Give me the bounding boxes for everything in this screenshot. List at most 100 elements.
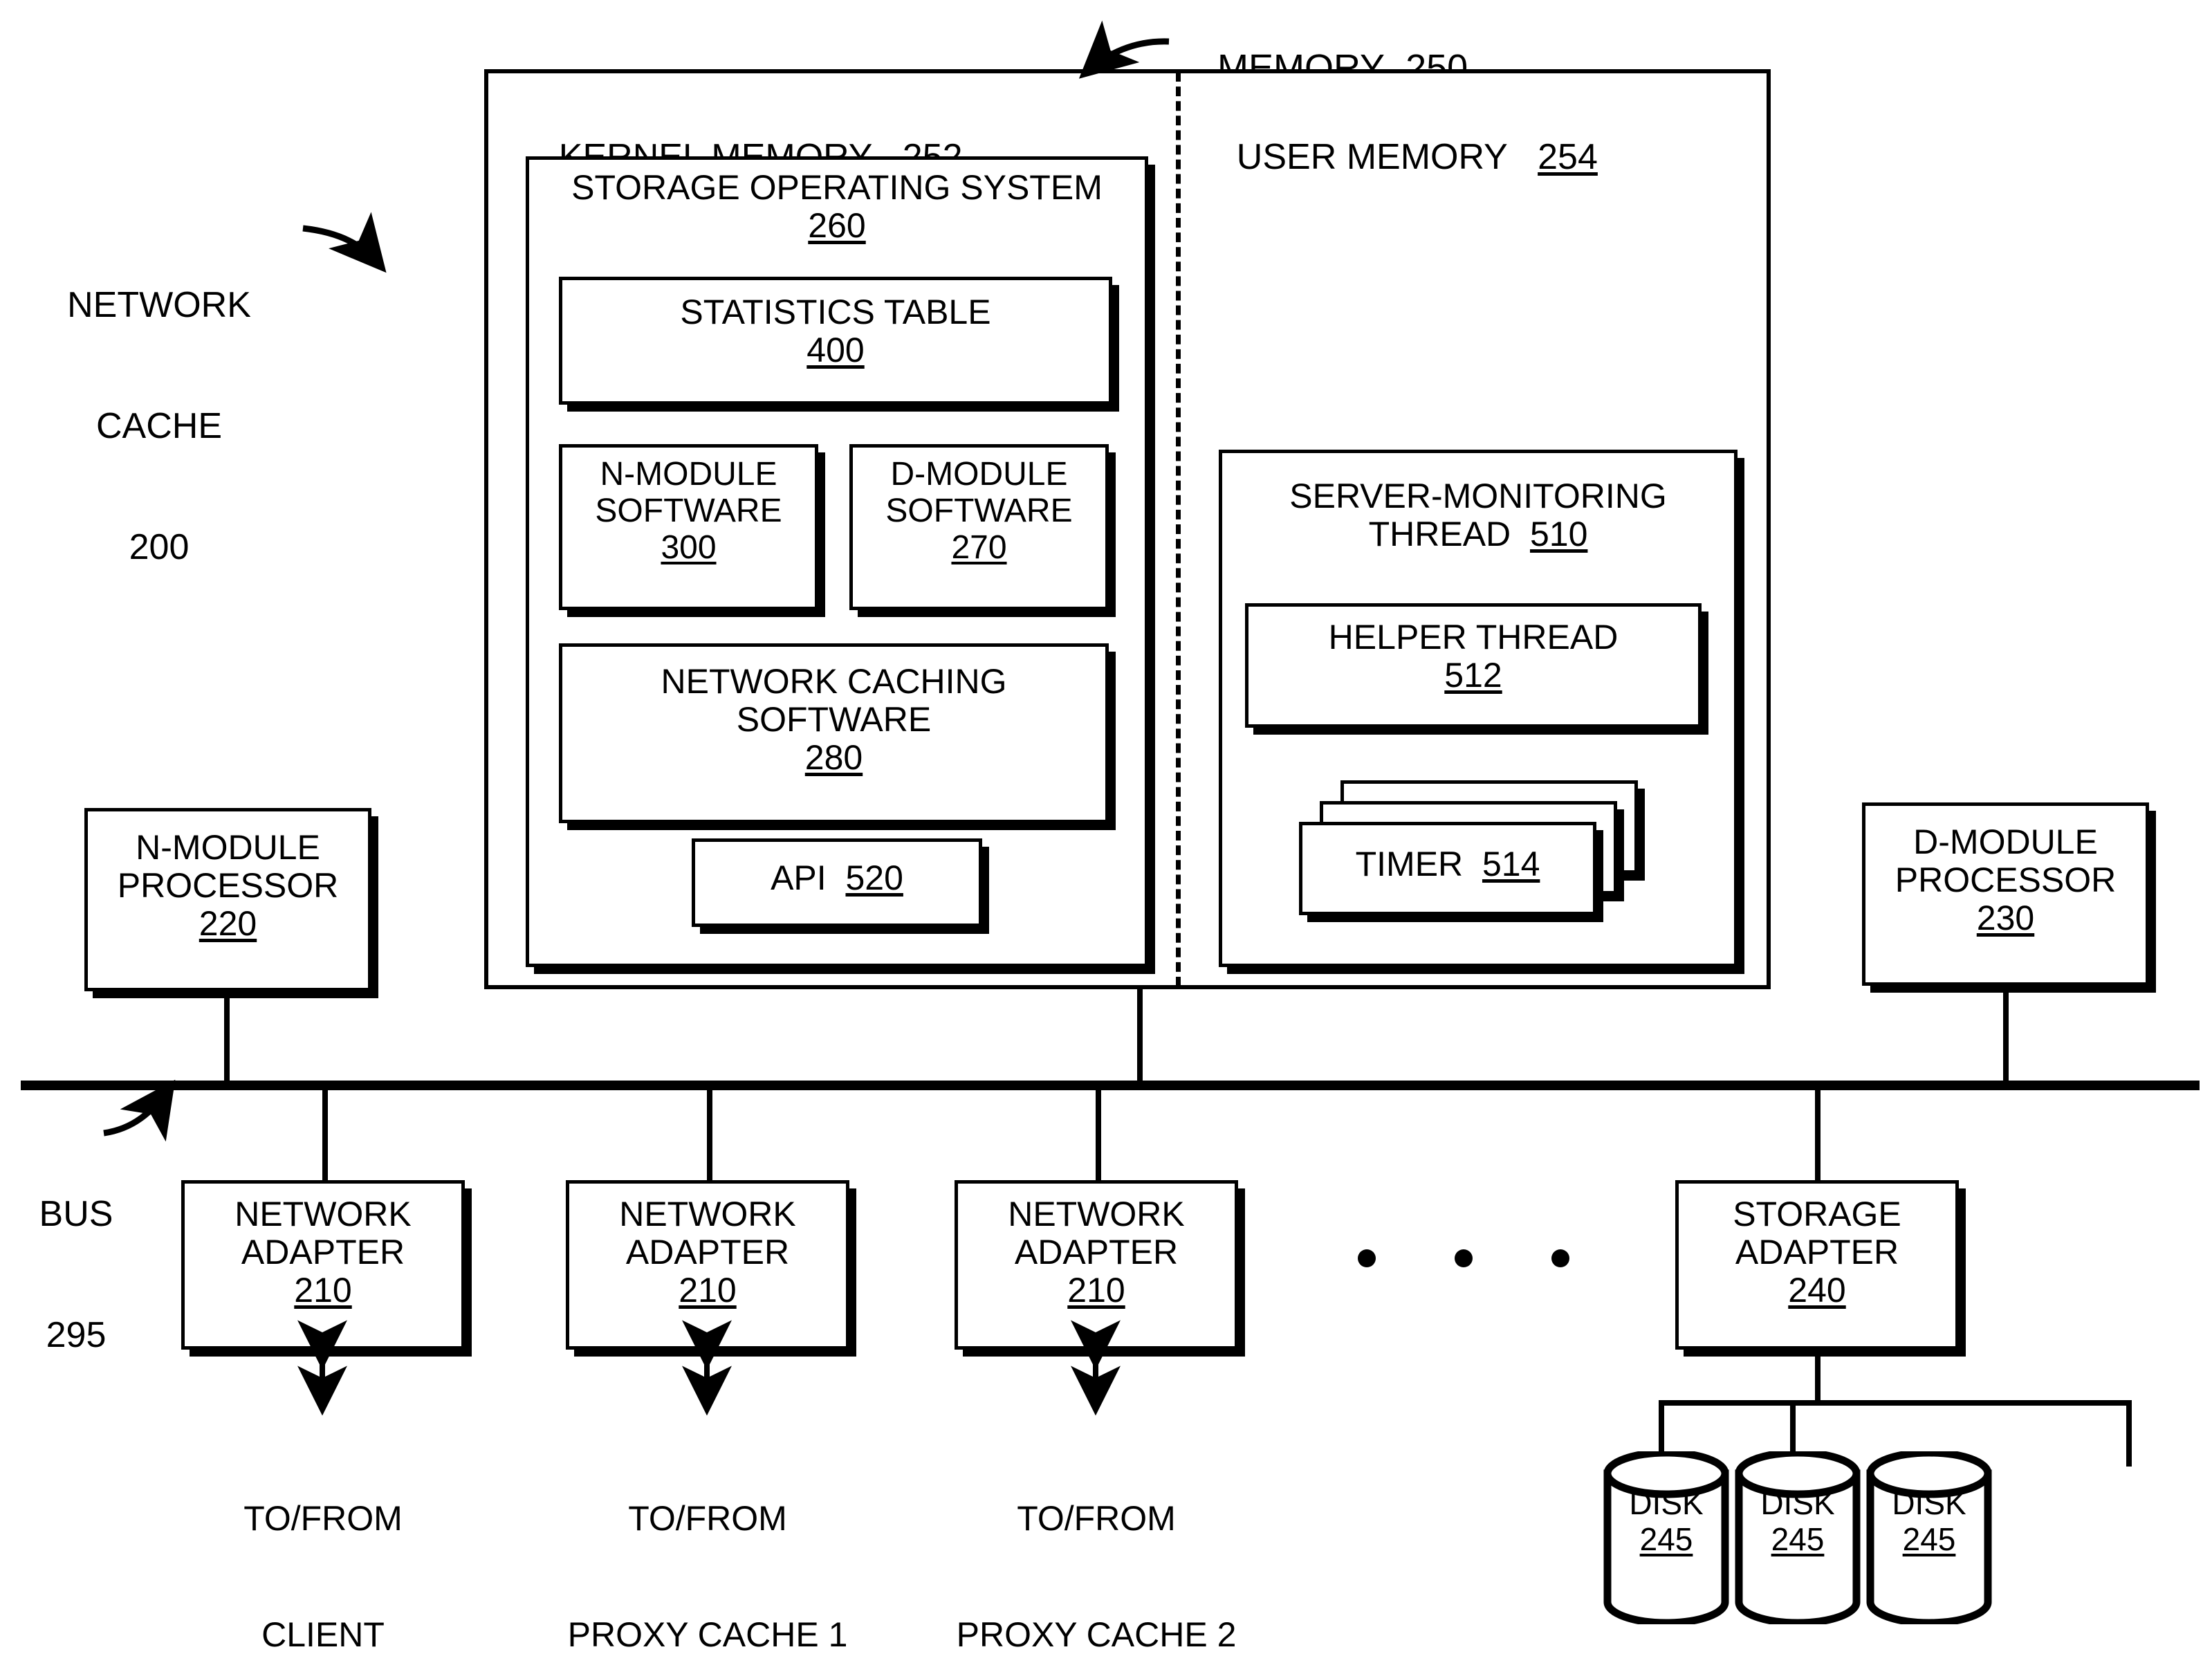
storage-operating-system-label: STORAGE OPERATING SYSTEM 260 — [526, 169, 1148, 245]
timer-ref: 514 — [1482, 845, 1540, 883]
user-memory-ref: 254 — [1538, 137, 1598, 178]
user-memory-label-text: USER MEMORY — [1236, 137, 1508, 178]
connector-bus-to-storage-adapter — [1815, 1089, 1821, 1180]
n-module-processor-line1: N-MODULE — [136, 828, 320, 867]
connector-bus-to-network-adapter-2 — [707, 1089, 712, 1180]
network-adapter-2-label: NETWORK ADAPTER 210 — [566, 1195, 849, 1310]
d-module-processor-line2: PROCESSOR — [1895, 861, 2117, 899]
bus-callout: BUS 295 — [7, 1114, 145, 1436]
connector-bus-to-network-adapter-3 — [1096, 1089, 1101, 1180]
bus-callout-ref: 295 — [46, 1315, 107, 1356]
n-module-processor-label: N-MODULE PROCESSOR 220 — [84, 829, 371, 943]
connector-disk-3-drop — [2126, 1400, 2132, 1467]
disk-1-title: DISK — [1629, 1485, 1704, 1521]
connector-bus-to-network-adapter-1 — [322, 1089, 328, 1180]
network-adapter-2-line2: ADAPTER — [625, 1233, 790, 1271]
server-monitoring-line2: THREAD — [1368, 515, 1511, 553]
endpoint-3-line2: PROXY CACHE 2 — [956, 1615, 1237, 1654]
kernel-user-divider — [1176, 72, 1181, 986]
timer-label: TIMER 514 — [1299, 845, 1596, 883]
d-module-software-ref: 270 — [951, 529, 1007, 566]
storage-adapter-line2: ADAPTER — [1735, 1233, 1899, 1271]
network-caching-software-label: NETWORK CACHING SOFTWARE 280 — [559, 663, 1109, 777]
d-module-software-line2: SOFTWARE — [885, 492, 1073, 529]
bus-callout-label: BUS — [39, 1194, 113, 1235]
disk-3-title: DISK — [1892, 1485, 1966, 1521]
disk-1-label: DISK 245 — [1603, 1485, 1729, 1557]
disk-3-ref: 245 — [1902, 1520, 1956, 1557]
connector-d-module-processor-to-bus — [2003, 986, 2009, 1083]
network-adapter-3-ref: 210 — [1067, 1271, 1125, 1310]
disk-1-ref: 245 — [1639, 1520, 1693, 1557]
network-caching-software-line2: SOFTWARE — [736, 700, 932, 739]
server-monitoring-thread-label: SERVER-MONITORING THREAD 510 — [1219, 477, 1738, 553]
server-monitoring-line2-row: THREAD 510 — [1219, 515, 1738, 553]
endpoint-2-line2: PROXY CACHE 1 — [567, 1615, 848, 1654]
network-adapter-1-line2: ADAPTER — [241, 1233, 405, 1271]
storage-os-title: STORAGE OPERATING SYSTEM — [571, 168, 1103, 207]
api-label: API 520 — [692, 859, 982, 897]
d-module-processor-line1: D-MODULE — [1913, 823, 2098, 861]
server-monitoring-line1: SERVER-MONITORING — [1289, 477, 1667, 515]
d-module-software-label: D-MODULE SOFTWARE 270 — [849, 456, 1109, 566]
connector-storage-adapter-trunk — [1815, 1354, 1821, 1403]
network-adapter-1-line1: NETWORK — [234, 1195, 412, 1233]
network-cache-callout-line2: CACHE — [95, 406, 223, 447]
timer-label-text: TIMER — [1355, 845, 1464, 883]
disk-2-label: DISK 245 — [1735, 1485, 1861, 1557]
d-module-processor-ref: 230 — [1976, 899, 2035, 937]
network-adapter-3-line1: NETWORK — [1008, 1195, 1185, 1233]
network-cache-callout: NETWORK CACHE 200 — [42, 205, 277, 648]
api-label-text: API — [771, 858, 827, 897]
network-adapter-1-label: NETWORK ADAPTER 210 — [181, 1195, 465, 1310]
statistics-table-title: STATISTICS TABLE — [680, 293, 991, 331]
d-module-software-line1: D-MODULE — [890, 456, 1068, 493]
connector-n-module-processor-to-bus — [224, 991, 230, 1083]
statistics-table-label: STATISTICS TABLE 400 — [559, 293, 1112, 369]
disk-2-ref: 245 — [1771, 1520, 1825, 1557]
helper-thread-label: HELPER THREAD 512 — [1245, 618, 1702, 695]
bus-line — [21, 1081, 2200, 1090]
memory-callout-arrow-icon — [1078, 20, 1170, 79]
network-cache-callout-arrow-icon — [302, 212, 387, 273]
connector-disk-bus — [1659, 1400, 2132, 1406]
disk-3-label: DISK 245 — [1866, 1485, 1992, 1557]
helper-thread-ref: 512 — [1444, 656, 1502, 695]
network-adapter-2-line1: NETWORK — [619, 1195, 796, 1233]
helper-thread-title: HELPER THREAD — [1328, 618, 1619, 656]
n-module-processor-line2: PROCESSOR — [117, 866, 339, 905]
endpoint-3-line1: TO/FROM — [1017, 1499, 1176, 1538]
endpoint-2-line1: TO/FROM — [628, 1499, 787, 1538]
storage-adapter-line1: STORAGE — [1733, 1195, 1901, 1233]
d-module-processor-label: D-MODULE PROCESSOR 230 — [1862, 823, 2149, 937]
storage-adapter-label: STORAGE ADAPTER 240 — [1675, 1195, 1959, 1310]
storage-os-ref: 260 — [808, 206, 866, 245]
server-monitoring-ref: 510 — [1529, 515, 1588, 553]
network-adapter-1-ref: 210 — [294, 1271, 352, 1310]
network-adapter-2-ref: 210 — [679, 1271, 737, 1310]
ellipsis-dot-2 — [1455, 1249, 1473, 1267]
network-adapter-2-endpoint: TO/FROM PROXY CACHE 1 — [535, 1422, 881, 1663]
network-adapter-3-endpoint: TO/FROM PROXY CACHE 2 — [923, 1422, 1269, 1663]
patent-figure-canvas: MEMORY 250 NETWORK CACHE 200 BUS 295 KER… — [0, 0, 2212, 1663]
network-cache-callout-ref: 200 — [129, 526, 190, 567]
ellipsis-dot-1 — [1358, 1249, 1376, 1267]
n-module-software-line2: SOFTWARE — [595, 492, 782, 529]
storage-adapter-ref: 240 — [1788, 1271, 1846, 1310]
n-module-software-ref: 300 — [661, 529, 717, 566]
network-adapter-1-endpoint: TO/FROM CLIENT — [150, 1422, 496, 1663]
endpoint-1-line1: TO/FROM — [243, 1499, 403, 1538]
n-module-processor-ref: 220 — [199, 904, 257, 943]
endpoint-1-line2: CLIENT — [261, 1615, 385, 1654]
network-cache-callout-line1: NETWORK — [67, 285, 251, 326]
n-module-software-label: N-MODULE SOFTWARE 300 — [559, 456, 818, 566]
network-adapter-3-label: NETWORK ADAPTER 210 — [955, 1195, 1238, 1310]
network-caching-software-ref: 280 — [804, 738, 863, 777]
network-caching-software-line1: NETWORK CACHING — [661, 662, 1007, 701]
network-adapter-3-line2: ADAPTER — [1014, 1233, 1179, 1271]
n-module-software-line1: N-MODULE — [600, 456, 777, 493]
user-memory-label: USER MEMORY 254 — [1197, 97, 1639, 218]
statistics-table-ref: 400 — [807, 331, 865, 369]
connector-memory-to-bus — [1137, 989, 1143, 1083]
disk-2-title: DISK — [1760, 1485, 1835, 1521]
